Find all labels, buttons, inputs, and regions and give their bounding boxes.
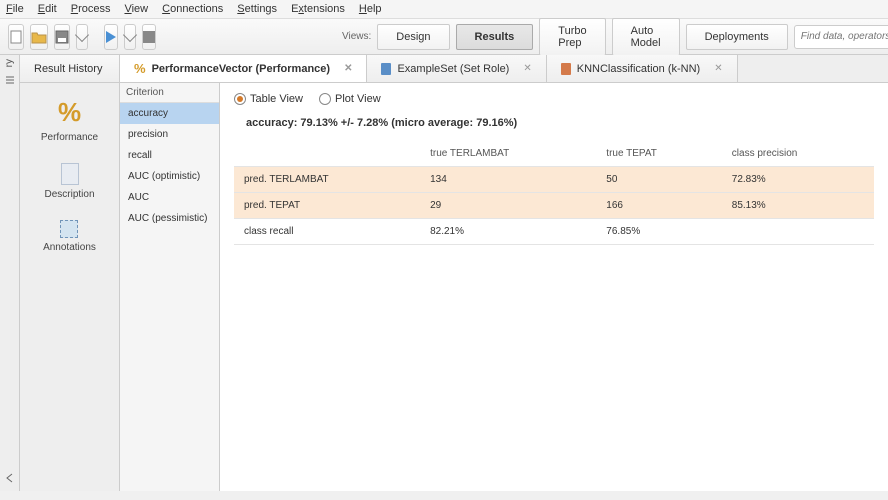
stop-button[interactable] — [142, 24, 156, 50]
save-button[interactable] — [54, 24, 70, 50]
run-dropdown[interactable] — [124, 24, 136, 50]
toolbar: Views: Design Results Turbo Prep Auto Mo… — [0, 19, 888, 55]
close-icon[interactable]: ✕ — [714, 63, 722, 74]
model-icon — [561, 63, 571, 75]
tab-knn[interactable]: KNNClassification (k-NN) ✕ — [547, 55, 738, 82]
run-button[interactable] — [104, 24, 118, 50]
col-true-tepat: true TEPAT — [596, 141, 721, 167]
confusion-matrix-table: true TERLAMBAT true TEPAT class precisio… — [234, 141, 874, 245]
table-row: pred. TERLAMBAT 134 50 72.83% — [234, 167, 874, 193]
criterion-list: Criterion accuracy precision recall AUC … — [120, 83, 220, 491]
view-results[interactable]: Results — [456, 24, 534, 50]
col-blank — [234, 141, 420, 167]
nav-annotations[interactable]: Annotations — [43, 220, 96, 253]
nav-description[interactable]: Description — [44, 163, 94, 200]
document-icon — [61, 163, 79, 185]
search-input[interactable] — [801, 31, 888, 42]
col-true-terlambat: true TERLAMBAT — [420, 141, 596, 167]
new-button[interactable] — [8, 24, 24, 50]
tab-result-history[interactable]: Result History — [20, 55, 120, 82]
menu-connections[interactable]: Connections — [162, 3, 223, 15]
criterion-auc-optimistic[interactable]: AUC (optimistic) — [120, 166, 219, 187]
menu-extensions[interactable]: Extensions — [291, 3, 345, 15]
radio-plot-view[interactable]: Plot View — [319, 93, 381, 105]
close-icon[interactable]: ✕ — [523, 63, 531, 74]
close-icon[interactable]: ✕ — [344, 63, 352, 74]
table-icon — [381, 63, 391, 75]
criterion-recall[interactable]: recall — [120, 145, 219, 166]
collapse-icon[interactable] — [4, 75, 16, 85]
tab-performance-vector[interactable]: % PerformanceVector (Performance) ✕ — [120, 55, 367, 82]
view-mode-toggle: Table View Plot View — [234, 93, 874, 105]
result-side-nav: % Performance Description Annotations — [20, 83, 120, 491]
view-deploy[interactable]: Deployments — [686, 24, 788, 50]
radio-table-view[interactable]: Table View — [234, 93, 303, 105]
table-row: class recall 82.21% 76.85% — [234, 219, 874, 245]
menu-file[interactable]: File — [6, 3, 24, 15]
criterion-auc[interactable]: AUC — [120, 187, 219, 208]
menu-help[interactable]: Help — [359, 3, 382, 15]
criterion-header: Criterion — [120, 83, 219, 103]
menu-process[interactable]: Process — [71, 3, 111, 15]
table-header-row: true TERLAMBAT true TEPAT class precisio… — [234, 141, 874, 167]
search-box[interactable] — [794, 25, 888, 49]
tab-exampleset[interactable]: ExampleSet (Set Role) ✕ — [367, 55, 546, 82]
menu-edit[interactable]: Edit — [38, 3, 57, 15]
view-design[interactable]: Design — [377, 24, 449, 50]
edge-label: ry — [4, 59, 15, 67]
percent-icon: % — [58, 97, 81, 128]
menu-settings[interactable]: Settings — [237, 3, 277, 15]
percent-icon: % — [134, 61, 146, 76]
col-precision: class precision — [722, 141, 874, 167]
criterion-auc-pessimistic[interactable]: AUC (pessimistic) — [120, 208, 219, 229]
menu-view[interactable]: View — [124, 3, 148, 15]
nav-performance[interactable]: % Performance — [41, 97, 98, 143]
view-turbo[interactable]: Turbo Prep — [539, 18, 605, 56]
criterion-precision[interactable]: precision — [120, 124, 219, 145]
table-row: pred. TEPAT 29 166 85.13% — [234, 193, 874, 219]
chevron-left-icon[interactable] — [5, 473, 15, 483]
detail-pane: Table View Plot View accuracy: 79.13% +/… — [220, 83, 888, 491]
views-label: Views: — [342, 31, 371, 42]
open-button[interactable] — [30, 24, 48, 50]
menu-bar: File Edit Process View Connections Setti… — [0, 0, 888, 19]
result-tabs: Result History % PerformanceVector (Perf… — [20, 55, 888, 83]
criterion-accuracy[interactable]: accuracy — [120, 103, 219, 124]
left-edge-panel: ry — [0, 55, 20, 491]
view-automodel[interactable]: Auto Model — [612, 18, 680, 56]
annotation-icon — [60, 220, 78, 238]
save-dropdown[interactable] — [76, 24, 88, 50]
accuracy-summary: accuracy: 79.13% +/- 7.28% (micro averag… — [246, 117, 874, 129]
